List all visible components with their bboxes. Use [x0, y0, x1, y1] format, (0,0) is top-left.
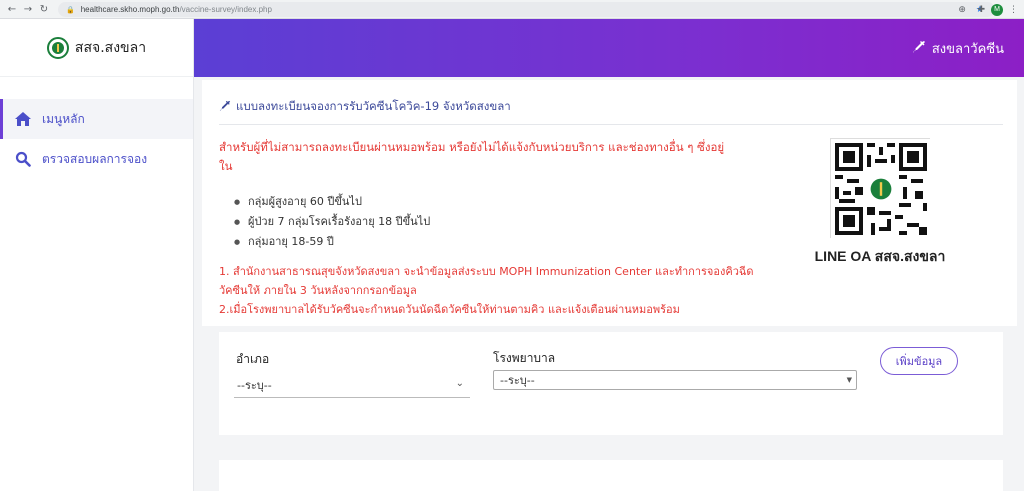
sidebar-brand[interactable]: สสจ.สงขลา: [0, 19, 193, 77]
sidebar-item-label: ตรวจสอบผลการจอง: [42, 151, 148, 166]
hospital-select-value: --ระบุ--: [500, 374, 535, 387]
search-icon: [14, 150, 32, 168]
registration-info-card: แบบลงทะเบียนจองการรับวัคซีนโควิค-19 จังห…: [202, 80, 1017, 326]
profile-avatar[interactable]: M: [991, 3, 1003, 16]
top-header: สงขลาวัคซีน: [194, 19, 1024, 77]
intro-text: สำหรับผู้ที่ไม่สามารถลงทะเบียนผ่านหมอพร้…: [219, 140, 725, 173]
moph-logo-icon: [46, 36, 69, 59]
line-qr-code: [830, 138, 931, 239]
lock-icon: 🔒: [66, 6, 75, 14]
reload-icon[interactable]: ↻: [36, 0, 52, 19]
caret-down-icon: ▼: [846, 376, 852, 384]
list-item: ผู้ป่วย 7 กลุ่มโรคเรื้อรังอายุ 18 ปีขึ้น…: [234, 212, 430, 232]
eligibility-list: กลุ่มผู้สูงอายุ 60 ปีขึ้นไป ผู้ป่วย 7 กล…: [234, 192, 430, 252]
header-title[interactable]: สงขลาวัคซีน: [912, 38, 1004, 59]
url-path: /vaccine-survey/index.php: [179, 5, 272, 14]
amphoe-select[interactable]: --ระบุ-- ⌄: [234, 372, 470, 398]
note-1: 1. สำนักงานสาธารณสุขจังหวัดสงขลา จะนำข้อ…: [219, 265, 754, 297]
amphoe-label: อำเภอ: [236, 352, 270, 366]
more-menu-icon[interactable]: ⋮: [1009, 5, 1018, 15]
sidebar-item-main-menu[interactable]: เมนูหลัก: [0, 99, 193, 139]
card-title-text: แบบลงทะเบียนจองการรับวัคซีนโควิค-19 จังห…: [236, 99, 511, 113]
note-2: 2.เมื่อโรงพยาบาลได้รับวัคซีนจะกำหนดวันนั…: [219, 303, 680, 316]
extensions-icon[interactable]: ✚: [977, 5, 985, 15]
amphoe-select-value: --ระบุ--: [237, 378, 272, 392]
url-host: healthcare.skho.moph.go.th: [80, 5, 180, 14]
card-title: แบบลงทะเบียนจองการรับวัคซีนโควิค-19 จังห…: [219, 98, 511, 116]
zoom-icon[interactable]: ⊕: [958, 5, 966, 15]
hospital-select[interactable]: --ระบุ-- ▼: [493, 370, 857, 390]
hospital-label: โรงพยาบาล: [493, 351, 556, 365]
divider: [219, 124, 1003, 125]
qr-label: LINE OA สสจ.สงขลา: [814, 248, 946, 264]
add-data-button[interactable]: เพิ่มข้อมูล: [880, 347, 958, 375]
selection-form: อำเภอ --ระบุ-- ⌄ โรงพยาบาล --ระบุ-- ▼ เพ…: [219, 332, 1003, 435]
address-bar[interactable]: 🔒 healthcare.skho.moph.go.th /vaccine-su…: [58, 2, 995, 17]
qr-code-icon: [831, 139, 931, 239]
forward-arrow-icon[interactable]: →: [20, 0, 36, 19]
notes: 1. สำนักงานสาธารณสุขจังหวัดสงขลา จะนำข้อ…: [219, 262, 779, 319]
sidebar-menu: เมนูหลัก ตรวจสอบผลการจอง: [0, 99, 193, 179]
home-icon: [14, 110, 32, 128]
list-item: กลุ่มอายุ 18-59 ปี: [234, 232, 430, 252]
back-arrow-icon[interactable]: ←: [4, 0, 20, 19]
syringe-icon: [219, 100, 231, 115]
browser-toolbar: ← → ↻ 🔒 healthcare.skho.moph.go.th /vacc…: [0, 0, 1024, 19]
list-item: กลุ่มผู้สูงอายุ 60 ปีขึ้นไป: [234, 192, 430, 212]
sidebar-item-label: เมนูหลัก: [42, 111, 85, 126]
header-title-text: สงขลาวัคซีน: [931, 42, 1004, 57]
sidebar-item-check-booking[interactable]: ตรวจสอบผลการจอง: [0, 139, 193, 179]
brand-text: สสจ.สงขลา: [74, 39, 147, 56]
syringe-icon: [912, 40, 926, 58]
content-card: [219, 460, 1003, 491]
chevron-down-icon: ⌄: [455, 378, 464, 389]
sidebar: สสจ.สงขลา เมนูหลัก ตรวจสอบผลการจอง: [0, 19, 194, 491]
